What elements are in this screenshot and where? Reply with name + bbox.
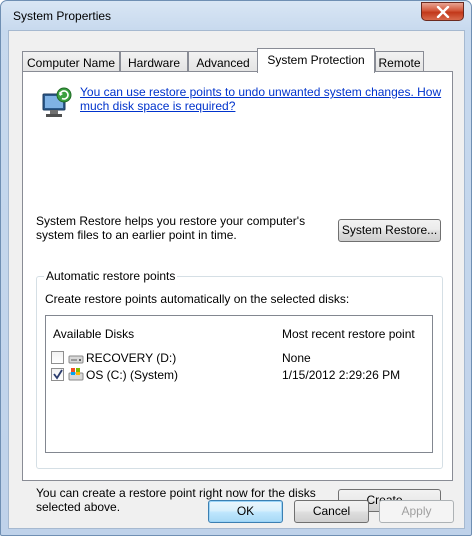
group-label: Automatic restore points [44,269,178,283]
window-title: System Properties [13,9,112,23]
tab-remote[interactable]: Remote [375,51,424,72]
column-header-available-disks[interactable]: Available Disks [53,327,134,341]
available-disks-list[interactable]: Available Disks Most recent restore poin… [45,315,433,453]
automatic-restore-points-group: Automatic restore points Create restore … [36,269,443,469]
os-checkbox[interactable] [51,368,64,381]
tab-hardware[interactable]: Hardware [120,51,188,72]
close-icon [436,6,450,18]
system-drive-icon [68,368,84,381]
ok-button[interactable]: OK [208,500,283,523]
checkmark-icon [53,369,63,380]
column-header-most-recent[interactable]: Most recent restore point [282,327,415,341]
title-bar[interactable]: System Properties [1,1,471,29]
disk-name: OS (C:) (System) [86,368,178,382]
system-protection-icon [42,87,72,117]
disk-recent-restore: 1/15/2012 2:29:26 PM [282,368,401,382]
cancel-button[interactable]: Cancel [294,500,369,523]
disk-name: RECOVERY (D:) [86,351,177,365]
recovery-checkbox[interactable] [51,351,64,364]
disk-row-os[interactable]: OS (C:) (System) 1/15/2012 2:29:26 PM [46,367,432,383]
disk-space-info-link[interactable]: You can use restore points to undo unwan… [80,85,445,113]
disk-recent-restore: None [282,351,311,365]
restore-instruction: Create restore points automatically on t… [45,292,350,306]
dialog-client-area: Computer Name Hardware Advanced System P… [8,30,465,529]
system-restore-description: System Restore helps you restore your co… [36,214,306,242]
drive-icon [68,355,84,364]
tab-computer-name[interactable]: Computer Name [22,51,120,72]
apply-button[interactable]: Apply [379,500,454,523]
close-button[interactable] [421,2,464,21]
disk-row-recovery[interactable]: RECOVERY (D:) None [46,350,432,366]
tab-system-protection[interactable]: System Protection [257,48,375,73]
system-protection-panel: You can use restore points to undo unwan… [22,71,453,514]
tab-advanced[interactable]: Advanced [188,51,258,72]
system-properties-window: System Properties Computer Name Hardware… [0,0,472,536]
system-restore-button[interactable]: System Restore... [338,219,441,242]
